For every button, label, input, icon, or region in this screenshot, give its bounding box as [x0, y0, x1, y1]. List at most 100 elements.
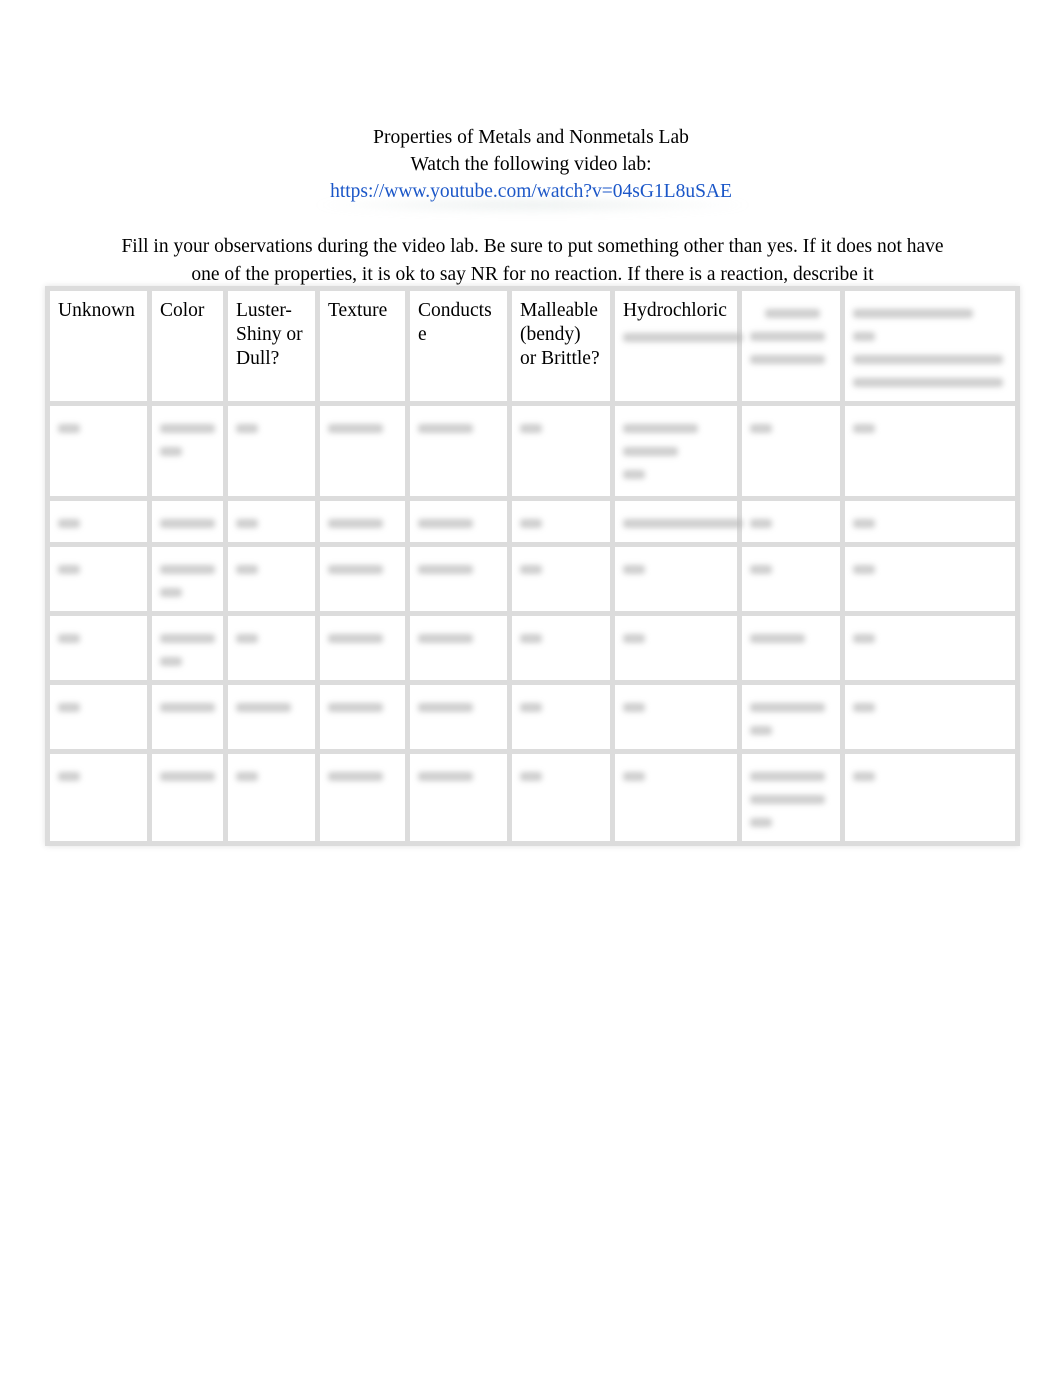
table-header-row: Unknown Color Luster- Shiny or Dull? Tex… — [45, 286, 1020, 406]
table-cell — [507, 496, 615, 547]
document-title: Properties of Metals and Nonmetals Lab — [373, 127, 689, 148]
blurred-text — [236, 703, 291, 712]
blurred-text — [623, 519, 743, 528]
table-cell — [223, 680, 320, 754]
table-cell — [405, 749, 512, 846]
blurred-text — [750, 795, 825, 804]
blurred-text — [328, 772, 383, 781]
blurred-text — [853, 424, 875, 433]
blurred-text — [853, 332, 875, 341]
header-texture: Texture — [315, 286, 410, 406]
blurred-text — [236, 772, 258, 781]
table-cell — [223, 542, 320, 616]
blurred-text — [58, 424, 80, 433]
table-cell — [610, 401, 742, 501]
blurred-text — [853, 634, 875, 643]
blurred-text — [328, 424, 383, 433]
header-conducts: Conducts e — [405, 286, 512, 406]
document-subtitle: Watch the following video lab: — [410, 154, 652, 175]
link-shadow — [310, 196, 755, 214]
blurred-text — [236, 565, 258, 574]
table-row — [45, 680, 1020, 754]
table-cell — [45, 611, 152, 685]
table-cell — [507, 401, 615, 501]
blurred-text — [623, 772, 645, 781]
table-cell — [405, 542, 512, 616]
blurred-text — [520, 519, 542, 528]
blurred-text — [623, 565, 645, 574]
blurred-text — [328, 634, 383, 643]
table-cell — [315, 496, 410, 547]
blurred-text — [418, 634, 473, 643]
table-cell — [45, 542, 152, 616]
blurred-text — [520, 424, 542, 433]
table-cell — [610, 542, 742, 616]
blurred-text — [520, 772, 542, 781]
table-row — [45, 401, 1020, 501]
blurred-text — [853, 355, 1003, 364]
table-cell — [737, 401, 845, 501]
header-blurred-9 — [840, 286, 1020, 406]
blurred-text — [160, 424, 215, 433]
observations-table: Unknown Color Luster- Shiny or Dull? Tex… — [45, 286, 1020, 846]
blurred-text — [520, 634, 542, 643]
blurred-text — [750, 355, 825, 364]
blurred-text — [623, 634, 645, 643]
blurred-text — [418, 703, 473, 712]
table-cell — [315, 680, 410, 754]
blurred-text — [853, 519, 875, 528]
blurred-text — [520, 703, 542, 712]
table-cell — [840, 680, 1020, 754]
header-hydrochloric: Hydrochloric — [610, 286, 743, 406]
blurred-text — [750, 726, 772, 735]
table-cell — [507, 680, 615, 754]
table-cell — [147, 496, 228, 547]
table-cell — [223, 496, 320, 547]
blurred-text — [750, 772, 825, 781]
table-cell — [507, 611, 615, 685]
table-cell — [45, 401, 152, 501]
blurred-text — [58, 519, 80, 528]
blurred-text — [418, 565, 473, 574]
blurred-text — [853, 378, 1003, 387]
table-cell — [223, 611, 320, 685]
table-cell — [405, 401, 512, 501]
blurred-text — [853, 309, 973, 318]
blurred-text — [160, 703, 215, 712]
blurred-text — [623, 333, 743, 342]
blurred-text — [160, 634, 215, 643]
table-cell — [840, 542, 1020, 616]
table-cell — [610, 611, 742, 685]
blurred-text — [160, 772, 215, 781]
table-cell — [737, 749, 845, 846]
blurred-text — [750, 332, 825, 341]
table-row — [45, 496, 1020, 547]
blurred-text — [418, 772, 473, 781]
table-cell — [737, 542, 845, 616]
table-cell — [147, 680, 228, 754]
blurred-text — [750, 703, 825, 712]
blurred-text — [236, 424, 258, 433]
document-header: Properties of Metals and Nonmetals Lab W… — [0, 124, 1062, 205]
table-cell — [507, 749, 615, 846]
table-cell — [840, 496, 1020, 547]
table-cell — [840, 611, 1020, 685]
blurred-text — [750, 818, 772, 827]
table-cell — [315, 749, 410, 846]
blurred-text — [328, 565, 383, 574]
table-cell — [610, 749, 742, 846]
table-cell — [737, 680, 845, 754]
blurred-text — [160, 447, 182, 456]
header-unknown: Unknown — [45, 286, 152, 406]
blurred-text — [623, 424, 698, 433]
blurred-text — [750, 519, 772, 528]
blurred-text — [623, 703, 645, 712]
blurred-text — [160, 565, 215, 574]
blurred-text — [853, 772, 875, 781]
table-cell — [315, 611, 410, 685]
blurred-text — [236, 634, 258, 643]
table-cell — [840, 401, 1020, 501]
blurred-text — [160, 588, 182, 597]
table-cell — [405, 611, 512, 685]
table-row — [45, 542, 1020, 616]
